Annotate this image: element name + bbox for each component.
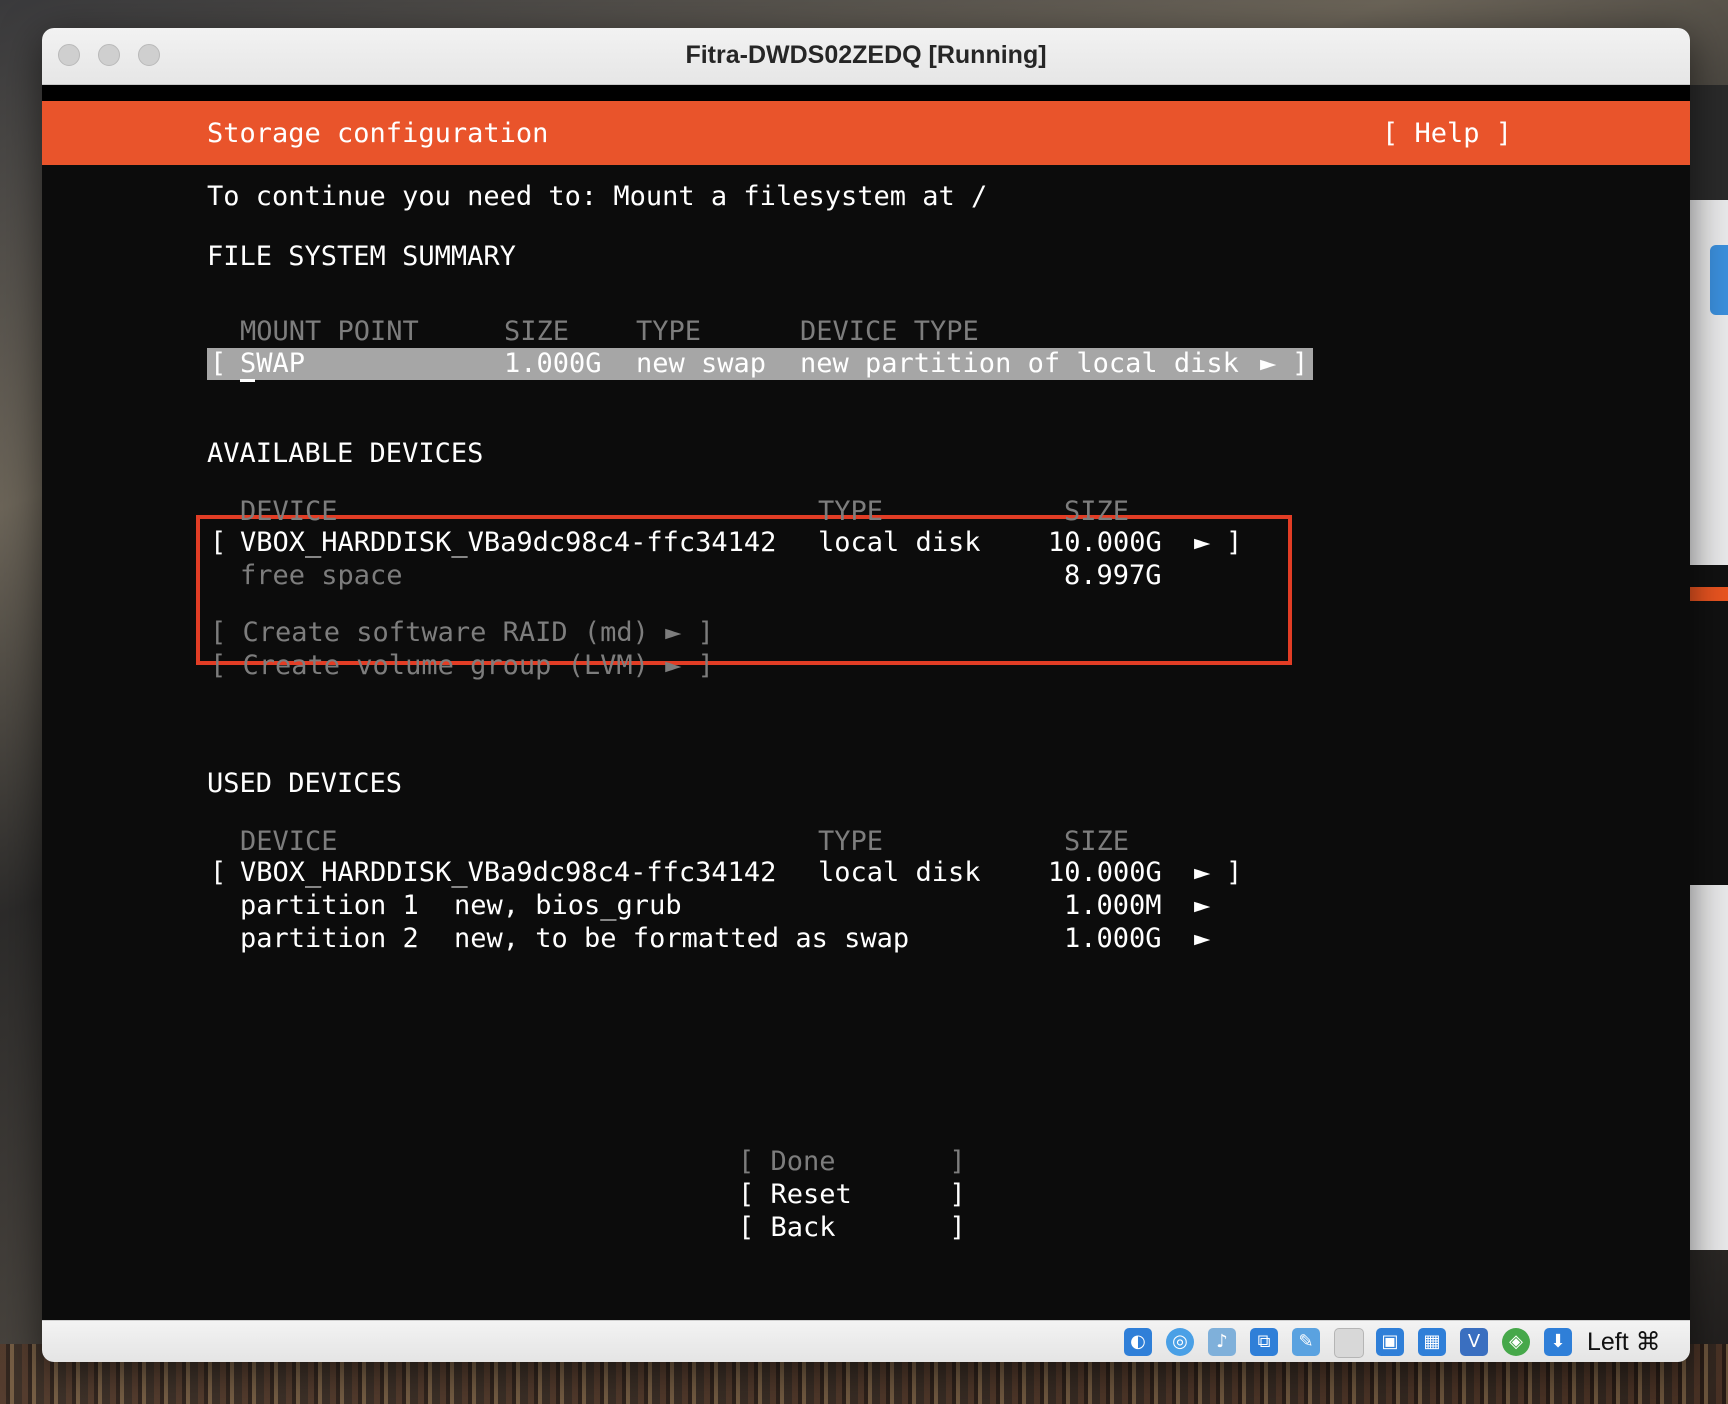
hard-disk-icon[interactable]: ◐ xyxy=(1124,1328,1152,1356)
row-arrow-icon: ► xyxy=(1194,923,1211,954)
column-header: MOUNT POINT xyxy=(240,316,419,347)
row-close-bracket: ] xyxy=(1226,527,1243,558)
create-lvm-button[interactable]: [ Create volume group (LVM) ► ] xyxy=(210,649,714,682)
column-header: DEVICE xyxy=(240,496,338,527)
column-header: SIZE xyxy=(1064,826,1130,857)
done-button[interactable]: [ Done ] xyxy=(738,1145,966,1178)
column-header: TYPE xyxy=(636,316,702,347)
type-value: new swap xyxy=(636,348,767,379)
network-icon[interactable]: ⧉ xyxy=(1250,1328,1278,1356)
row-arrow-icon: ► xyxy=(1194,857,1211,888)
column-header: SIZE xyxy=(504,316,570,347)
help-button[interactable]: [ Help ] xyxy=(1382,117,1512,150)
create-raid-button[interactable]: [ Create software RAID (md) ► ] xyxy=(210,616,714,649)
column-header: DEVICE TYPE xyxy=(800,316,979,347)
row-close-bracket: ] xyxy=(1292,348,1309,379)
host-key-label: Left ⌘ xyxy=(1587,1328,1661,1356)
cpu-icon[interactable]: ◈ xyxy=(1502,1328,1530,1356)
recording-icon[interactable]: ▦ xyxy=(1418,1328,1446,1356)
window-titlebar: Fitra-DWDS02ZEDQ [Running] xyxy=(42,28,1690,85)
partition-size: 1.000M xyxy=(1064,890,1162,921)
vm-screen[interactable]: Storage configuration [ Help ] To contin… xyxy=(42,85,1690,1321)
row-open-bracket: [ xyxy=(210,527,227,558)
column-header: TYPE xyxy=(818,826,884,857)
column-header: SIZE xyxy=(1064,496,1130,527)
mouse-integration-icon[interactable]: ⬇ xyxy=(1544,1328,1572,1356)
row-arrow-icon: ► xyxy=(1194,527,1211,558)
row-arrow-icon: ► xyxy=(1194,890,1211,921)
row-open-bracket: [ xyxy=(210,348,227,379)
partition-desc: new, to be formatted as swap xyxy=(454,923,910,954)
window-title: Fitra-DWDS02ZEDQ [Running] xyxy=(685,41,1047,69)
free-space-label: free space xyxy=(240,560,403,591)
instruction-text: To continue you need to: Mount a filesys… xyxy=(207,181,988,212)
display-icon[interactable]: ▣ xyxy=(1376,1328,1404,1356)
row-close-bracket: ] xyxy=(1226,857,1243,888)
device-size: 10.000G xyxy=(1048,527,1162,558)
partition-desc: new, bios_grub xyxy=(454,890,682,921)
device-type: local disk xyxy=(818,857,981,888)
row-open-bracket: [ xyxy=(210,857,227,888)
optical-disk-icon[interactable]: ◎ xyxy=(1166,1328,1194,1356)
device-type: local disk xyxy=(818,527,981,558)
partition-size: 1.000G xyxy=(1064,923,1162,954)
shared-folder-icon[interactable] xyxy=(1334,1328,1364,1358)
available-devices-heading: AVAILABLE DEVICES xyxy=(207,438,484,469)
reset-button[interactable]: [ Reset ] xyxy=(738,1178,966,1211)
size-value: 1.000G xyxy=(504,348,602,379)
background-window-edge xyxy=(1690,85,1728,1250)
text-cursor xyxy=(240,379,255,382)
vm-statusbar: ◐ ◎ ♪ ⧉ ✎ ▣ ▦ V ◈ ⬇ Left ⌘ xyxy=(42,1320,1690,1362)
header-title: Storage configuration xyxy=(207,118,549,149)
device-size: 10.000G xyxy=(1048,857,1162,888)
usb-icon[interactable]: ✎ xyxy=(1292,1328,1320,1356)
partition-name: partition 1 xyxy=(240,890,419,921)
fs-summary-heading: FILE SYSTEM SUMMARY xyxy=(207,241,516,272)
free-space-size: 8.997G xyxy=(1064,560,1162,591)
device-type-value: new partition of local disk xyxy=(800,348,1239,379)
column-header: DEVICE xyxy=(240,826,338,857)
mount-point-value: SWAP xyxy=(240,348,306,379)
column-header: TYPE xyxy=(818,496,884,527)
audio-icon[interactable]: ♪ xyxy=(1208,1328,1236,1356)
drag-drop-icon[interactable]: V xyxy=(1460,1328,1488,1356)
device-name: VBOX_HARDDISK_VBa9dc98c4-ffc34142 xyxy=(240,527,777,558)
row-arrow-icon: ► xyxy=(1260,348,1277,379)
device-name: VBOX_HARDDISK_VBa9dc98c4-ffc34142 xyxy=(240,857,777,888)
used-devices-heading: USED DEVICES xyxy=(207,768,403,799)
partition-name: partition 2 xyxy=(240,923,419,954)
back-button[interactable]: [ Back ] xyxy=(738,1211,966,1244)
vm-window: Fitra-DWDS02ZEDQ [Running] Storage confi… xyxy=(42,28,1690,1362)
